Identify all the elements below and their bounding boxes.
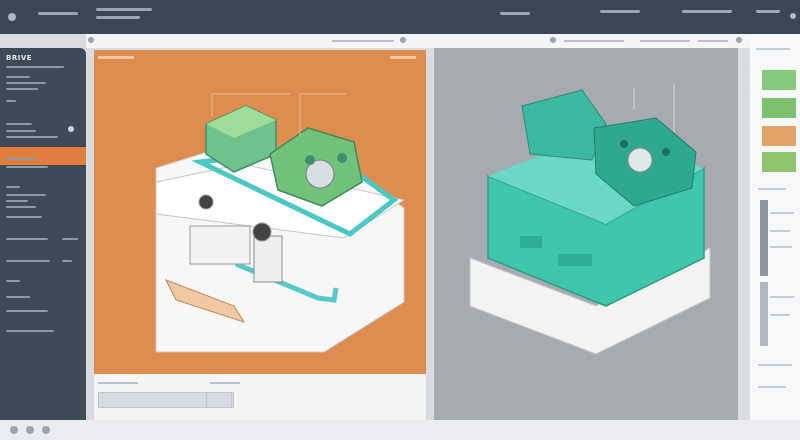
sidebar-item-line[interactable] <box>62 238 78 240</box>
topbar-right-line[interactable] <box>756 10 780 13</box>
left-sidebar: BRIVE <box>0 48 86 420</box>
status-icon[interactable] <box>42 426 50 434</box>
topbar-right-line[interactable] <box>600 10 640 13</box>
sidebar-item-line[interactable] <box>6 194 46 196</box>
sidebar-item-line[interactable] <box>6 200 28 202</box>
scrollbar[interactable] <box>760 282 768 346</box>
right-sidebar-line <box>758 364 792 366</box>
status-line <box>210 382 240 384</box>
right-sidebar-line <box>770 296 794 298</box>
scrollbar[interactable] <box>760 200 768 276</box>
sidebar-item-active[interactable] <box>0 147 86 165</box>
sidebar-item-line[interactable] <box>6 130 36 132</box>
right-sidebar-line <box>756 48 790 50</box>
right-sidebar-line <box>758 188 786 190</box>
sidebar-item-line[interactable] <box>6 66 64 68</box>
status-field[interactable] <box>206 392 232 408</box>
status-line <box>98 382 138 384</box>
bottom-bar <box>0 420 800 440</box>
top-bar <box>0 0 800 34</box>
sidebar-item-line[interactable] <box>6 280 20 282</box>
topbar-menu-line[interactable] <box>96 16 140 19</box>
sidebar-item-line[interactable] <box>6 82 46 84</box>
sidebar-item-line[interactable] <box>6 158 36 160</box>
window-control-icon[interactable] <box>8 13 16 21</box>
thumbnail-green[interactable] <box>762 70 796 90</box>
window-control-icon[interactable] <box>790 13 796 19</box>
toolbar-label-line <box>332 40 394 42</box>
thumbnail-green[interactable] <box>762 98 796 118</box>
sidebar-item-line[interactable] <box>6 238 48 240</box>
circle-icon[interactable] <box>88 37 94 43</box>
exploded-model-illustration <box>98 56 416 353</box>
canvas-toolbar <box>86 34 750 48</box>
right-sidebar-line <box>770 246 792 248</box>
sidebar-item-line[interactable] <box>62 260 72 262</box>
sidebar-item-line[interactable] <box>6 88 38 90</box>
topbar-right-line[interactable] <box>682 10 732 13</box>
toggle-icon[interactable] <box>68 126 74 132</box>
right-sidebar-line <box>770 212 794 214</box>
sidebar-item-line[interactable] <box>6 260 50 262</box>
sidebar-item-line[interactable] <box>6 216 42 218</box>
status-icon[interactable] <box>10 426 18 434</box>
right-sidebar-line <box>758 386 786 388</box>
sidebar-item-line[interactable] <box>6 186 20 188</box>
sidebar-item-line[interactable] <box>6 206 36 208</box>
sidebar-item-line[interactable] <box>6 136 58 138</box>
status-icon[interactable] <box>26 426 34 434</box>
sidebar-item-line[interactable] <box>6 310 48 312</box>
toolbar-label-line <box>698 40 728 42</box>
rendered-model-illustration <box>469 84 711 355</box>
toolbar-label-line <box>564 40 624 42</box>
right-sidebar-line <box>770 314 790 316</box>
left-viewport[interactable] <box>94 50 426 374</box>
sidebar-item-line[interactable] <box>6 100 16 102</box>
sidebar-item-line[interactable] <box>6 296 30 298</box>
right-viewport[interactable] <box>434 48 738 420</box>
search-icon[interactable] <box>400 37 406 43</box>
topbar-center-line <box>500 12 530 15</box>
gear-icon[interactable] <box>550 37 556 43</box>
thumbnail-orange[interactable] <box>762 126 796 146</box>
sidebar-title: BRIVE <box>6 54 33 62</box>
right-sidebar-line <box>770 230 790 232</box>
left-viewport-status <box>94 374 426 420</box>
thumbnail-green[interactable] <box>762 152 796 172</box>
sidebar-item-line[interactable] <box>6 76 30 78</box>
expand-icon[interactable] <box>736 37 742 43</box>
topbar-menu-line[interactable] <box>96 8 152 11</box>
sidebar-item-line[interactable] <box>6 123 32 125</box>
topbar-title-line <box>38 12 78 15</box>
sidebar-item-line[interactable] <box>6 330 54 332</box>
sidebar-item-line[interactable] <box>6 166 48 168</box>
toolbar-label-line <box>640 40 690 42</box>
right-sidebar <box>750 34 800 420</box>
